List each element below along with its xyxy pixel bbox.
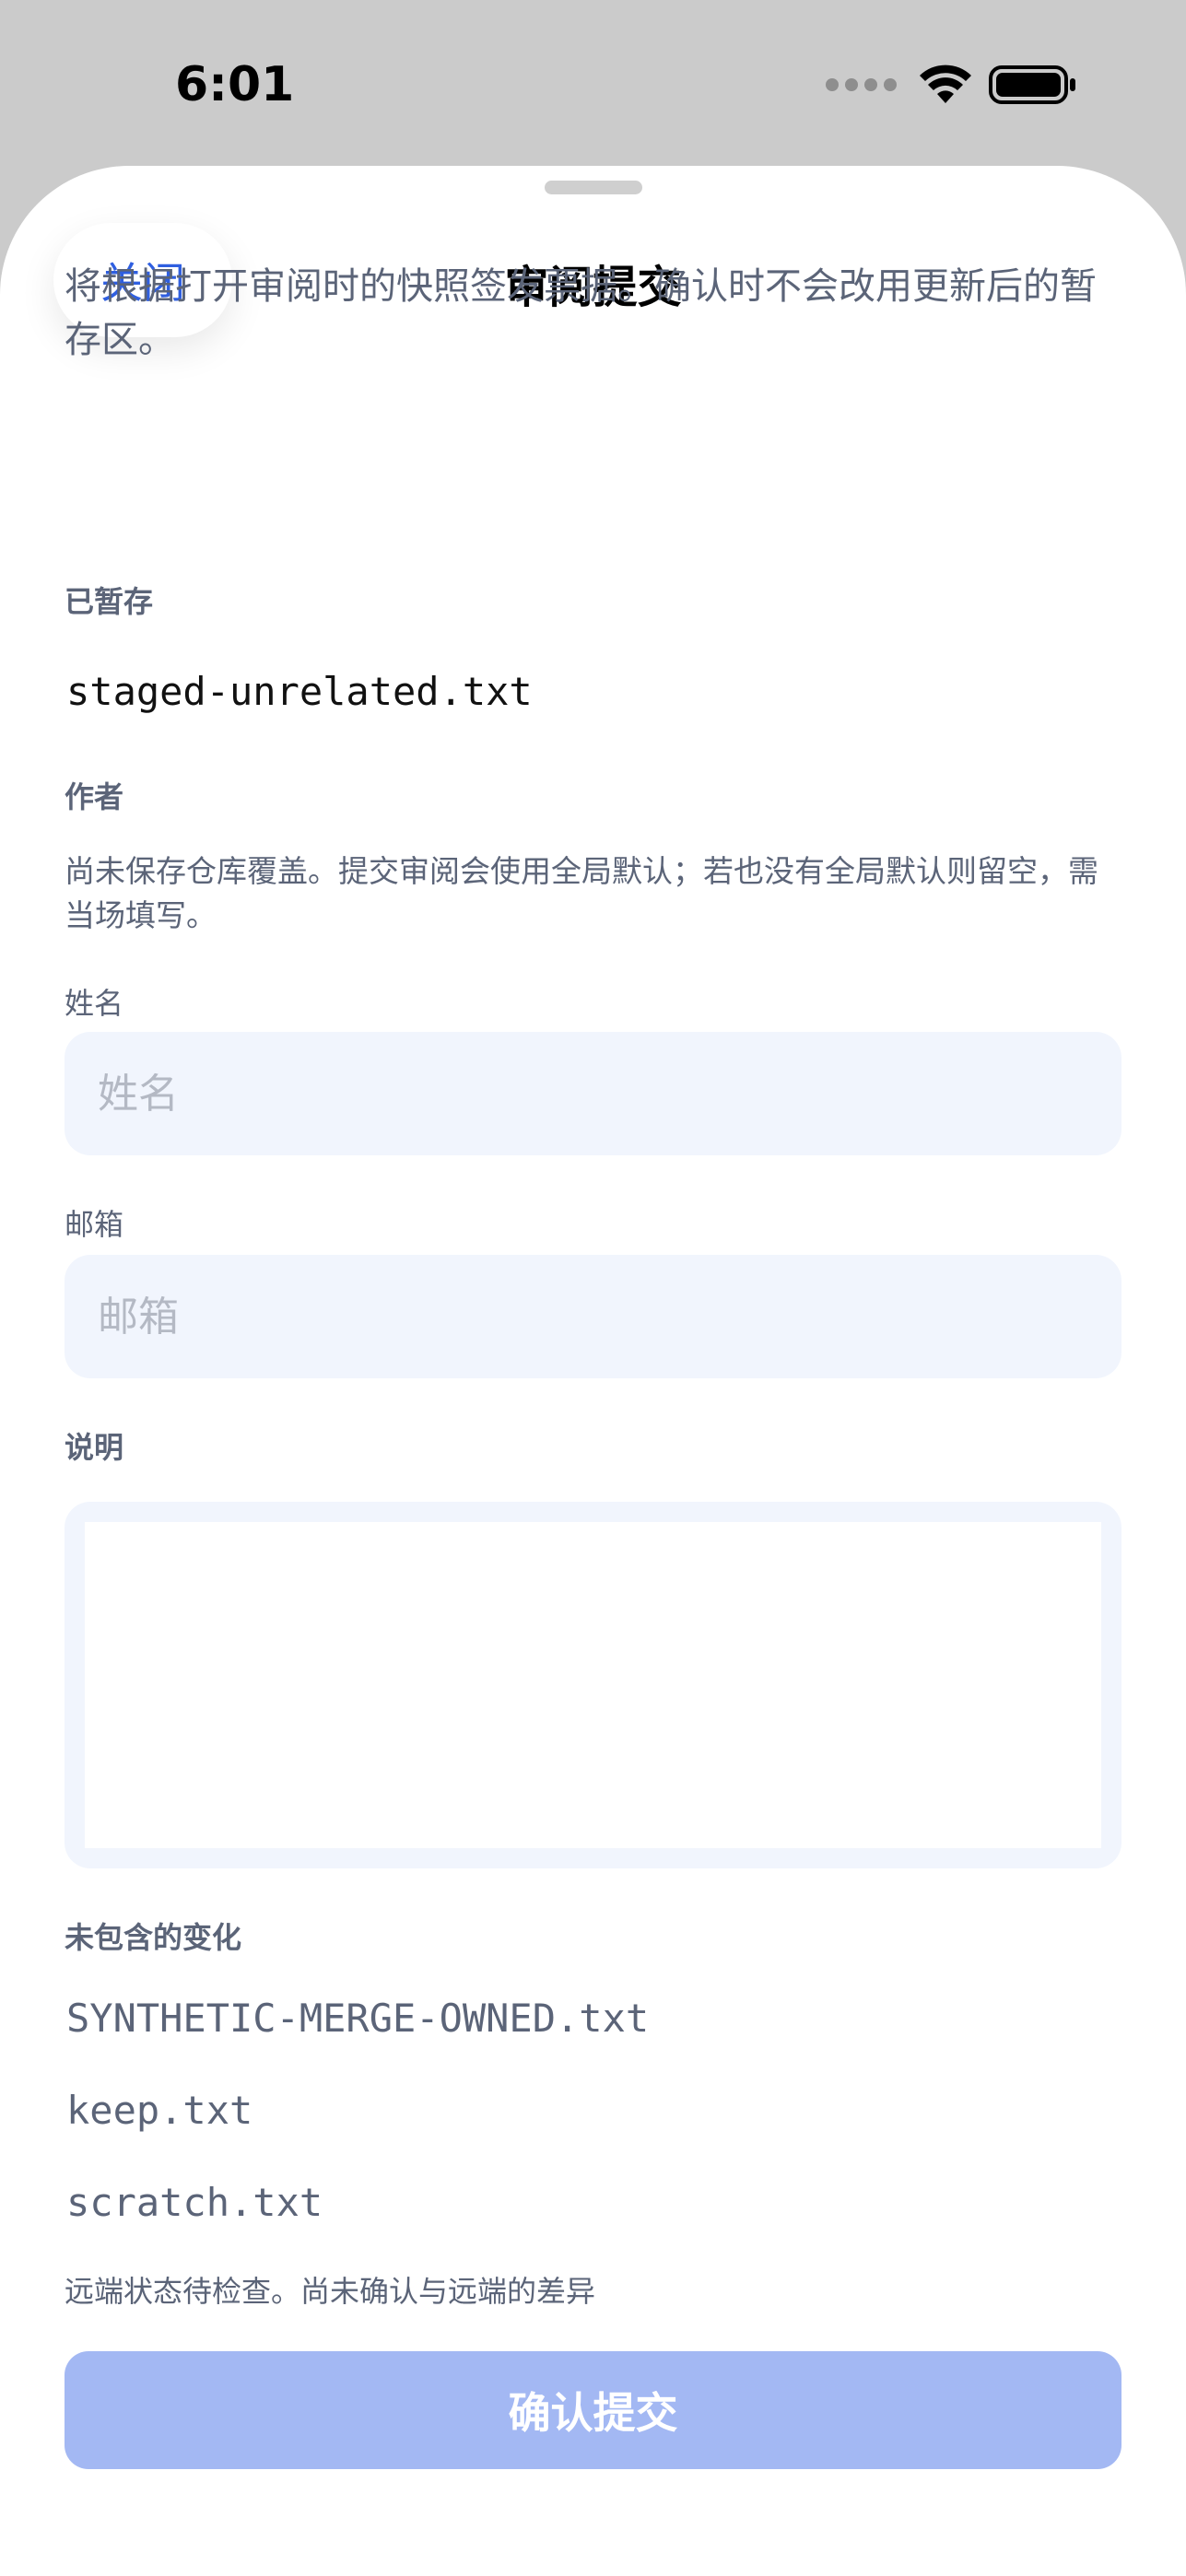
- staged-section-label: 已暂存: [65, 584, 154, 619]
- confirm-commit-button[interactable]: 确认提交: [65, 2351, 1121, 2469]
- cellular-signal-icon: [826, 78, 897, 91]
- battery-icon: [989, 65, 1075, 104]
- email-input[interactable]: [65, 1255, 1121, 1378]
- excluded-file-item: keep.txt: [66, 2088, 253, 2133]
- author-hint: 尚未保存仓库覆盖。提交审阅会使用全局默认；若也没有全局默认则留空，需当场填写。: [65, 853, 1098, 933]
- remote-status-text: 远端状态待检查。尚未确认与远端的差异: [65, 2274, 596, 2309]
- staged-file-item: staged-unrelated.txt: [66, 669, 533, 714]
- status-bar: 6:01: [0, 0, 1186, 166]
- intro-text: 将根据打开审阅时的快照签发票据。确认时不会改用更新后的暂存区。: [65, 265, 1097, 361]
- description-label: 说明: [65, 1430, 124, 1465]
- excluded-file-item: scratch.txt: [66, 2180, 323, 2225]
- name-label: 姓名: [65, 986, 124, 1021]
- excluded-file-item: SYNTHETIC-MERGE-OWNED.txt: [66, 1996, 650, 2041]
- status-time: 6:01: [175, 57, 295, 112]
- description-field: [65, 1502, 1121, 1868]
- sheet-grabber[interactable]: [545, 181, 642, 194]
- wifi-icon: [920, 64, 971, 103]
- name-input[interactable]: [65, 1032, 1121, 1155]
- excluded-section-label: 未包含的变化: [65, 1920, 242, 1955]
- email-label: 邮箱: [65, 1207, 124, 1242]
- status-icons: [826, 64, 1077, 105]
- author-section-label: 作者: [65, 779, 124, 814]
- description-textarea[interactable]: [85, 1522, 1101, 1848]
